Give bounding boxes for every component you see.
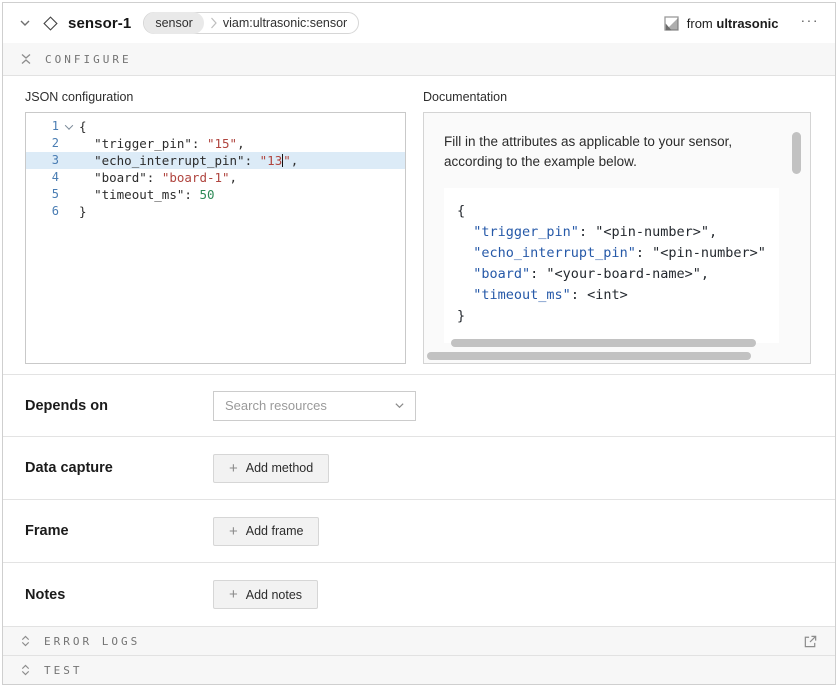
frame-label: Frame: [25, 523, 213, 539]
fold-gutter: [59, 186, 79, 203]
json-configuration-label: JSON configuration: [25, 90, 406, 104]
collapse-chevron-icon[interactable]: [19, 17, 31, 29]
plus-icon: +: [229, 587, 238, 602]
code-text: {: [79, 118, 87, 135]
doc-code-line: {: [457, 201, 779, 222]
code-text: "echo_interrupt_pin": "13",: [79, 152, 298, 169]
component-type-badge: sensor viam:ultrasonic:sensor: [143, 12, 359, 34]
expand-section-icon: [20, 664, 31, 676]
fold-gutter: [59, 169, 79, 186]
plus-icon: +: [229, 524, 238, 539]
more-options-button[interactable]: ···: [799, 13, 822, 33]
code-text: "trigger_pin": "15",: [79, 135, 245, 152]
test-section-label: TEST: [44, 664, 83, 677]
component-header: sensor-1 sensor viam:ultrasonic:sensor f…: [3, 3, 835, 43]
error-logs-section-label: ERROR LOGS: [44, 635, 140, 648]
doc-code-line: "timeout_ms": <int>: [457, 285, 779, 306]
from-label: from: [687, 16, 713, 31]
configure-section-bar[interactable]: CONFIGURE: [3, 43, 835, 76]
line-number: 6: [26, 203, 59, 220]
sensor-component-icon: [43, 16, 58, 31]
frame-row: Frame + Add frame: [3, 499, 835, 562]
line-number: 1: [26, 118, 59, 135]
depends-on-select[interactable]: Search resources: [213, 391, 416, 421]
code-horizontal-scrollbar-thumb[interactable]: [451, 339, 756, 347]
module-name: ultrasonic: [716, 16, 778, 31]
module-icon: [664, 16, 679, 31]
line-number: 4: [26, 169, 59, 186]
open-in-new-window-icon[interactable]: [803, 634, 818, 649]
model-label: viam:ultrasonic:sensor: [223, 16, 347, 30]
editor-line[interactable]: 1{: [26, 118, 405, 135]
component-name: sensor-1: [68, 15, 131, 32]
documentation-panel: Fill in the attributes as applicable to …: [423, 112, 811, 364]
add-method-button[interactable]: + Add method: [213, 454, 329, 483]
panel-horizontal-scrollbar-thumb[interactable]: [427, 352, 751, 360]
fold-chevron-icon[interactable]: [59, 118, 79, 135]
editor-line[interactable]: 2 "trigger_pin": "15",: [26, 135, 405, 152]
doc-code-line: "echo_interrupt_pin": "<pin-number>": [457, 243, 779, 264]
line-number: 3: [26, 152, 59, 169]
configure-content: JSON configuration 1{2 "trigger_pin": "1…: [3, 76, 835, 374]
editor-line[interactable]: 6}: [26, 203, 405, 220]
depends-on-label: Depends on: [25, 398, 213, 414]
depends-on-placeholder: Search resources: [225, 398, 327, 413]
chevron-down-icon: [394, 400, 405, 411]
editor-line[interactable]: 4 "board": "board-1",: [26, 169, 405, 186]
fold-gutter: [59, 203, 79, 220]
data-capture-row: Data capture + Add method: [3, 436, 835, 499]
notes-row: Notes + Add notes: [3, 562, 835, 626]
test-section-bar[interactable]: TEST: [3, 655, 835, 684]
type-label: sensor: [144, 12, 204, 34]
chevron-right-icon: [210, 17, 218, 29]
configure-section-label: CONFIGURE: [45, 53, 132, 66]
notes-label: Notes: [25, 587, 213, 603]
doc-code-line: "trigger_pin": "<pin-number>",: [457, 222, 779, 243]
editor-line[interactable]: 5 "timeout_ms": 50: [26, 186, 405, 203]
json-config-editor[interactable]: 1{2 "trigger_pin": "15",3 "echo_interrup…: [25, 112, 406, 364]
doc-code-line: }: [457, 306, 779, 327]
depends-on-row: Depends on Search resources: [3, 374, 835, 436]
line-number: 2: [26, 135, 59, 152]
data-capture-label: Data capture: [25, 460, 213, 476]
plus-icon: +: [229, 461, 238, 476]
documentation-code-example: { "trigger_pin": "<pin-number>", "echo_i…: [444, 188, 779, 343]
vertical-scrollbar-thumb[interactable]: [792, 132, 801, 174]
code-text: "board": "board-1",: [79, 169, 237, 186]
doc-code-line: "board": "<your-board-name>",: [457, 264, 779, 285]
fold-gutter: [59, 135, 79, 152]
editor-line[interactable]: 3 "echo_interrupt_pin": "13",: [26, 152, 405, 169]
add-frame-button[interactable]: + Add frame: [213, 517, 319, 546]
expand-section-icon: [20, 635, 31, 647]
line-number: 5: [26, 186, 59, 203]
documentation-intro-text: Fill in the attributes as applicable to …: [444, 132, 779, 173]
code-text: }: [79, 203, 87, 220]
module-source-link[interactable]: from ultrasonic: [664, 16, 779, 31]
add-notes-button[interactable]: + Add notes: [213, 580, 318, 609]
collapse-section-icon: [20, 53, 32, 65]
code-text: "timeout_ms": 50: [79, 186, 215, 203]
component-card: sensor-1 sensor viam:ultrasonic:sensor f…: [2, 2, 836, 685]
error-logs-section-bar[interactable]: ERROR LOGS: [3, 626, 835, 655]
fold-gutter: [59, 152, 79, 169]
documentation-label: Documentation: [423, 90, 811, 104]
json-editor-lines: 1{2 "trigger_pin": "15",3 "echo_interrup…: [26, 118, 405, 220]
